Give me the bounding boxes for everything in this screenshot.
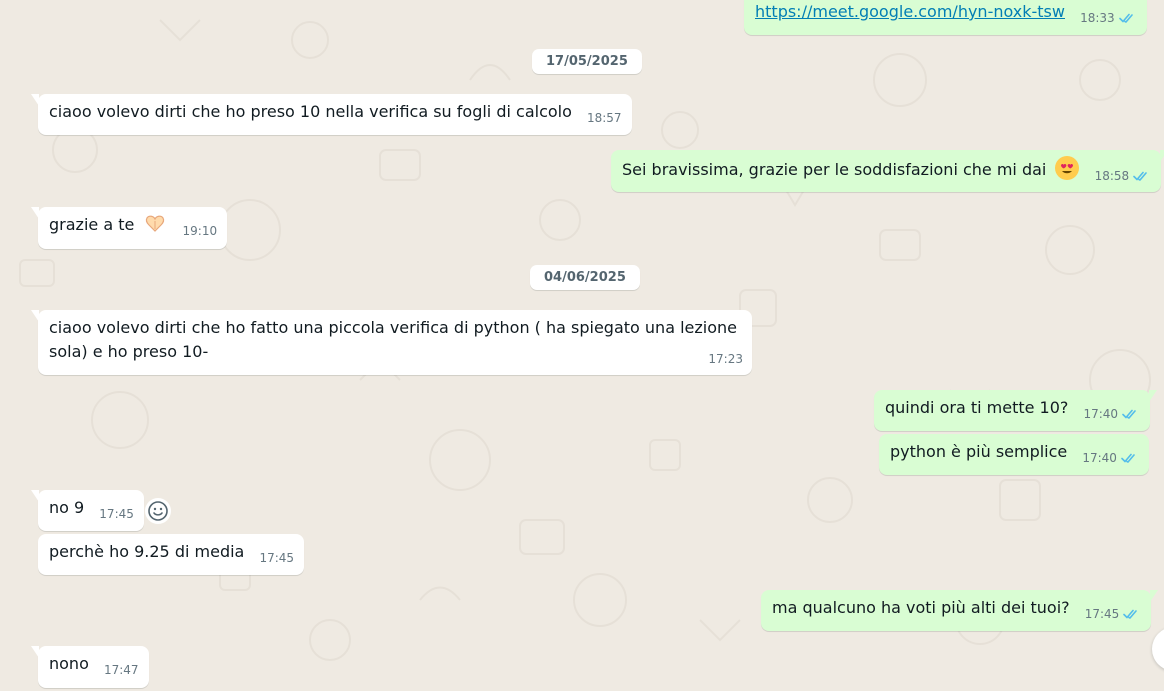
double-check-icon — [1122, 409, 1136, 419]
message-bubble-incoming[interactable]: ciaoo volevo dirti che ho fatto una picc… — [31, 310, 752, 375]
message-time: 17:47 — [103, 663, 139, 677]
message-bubble-incoming[interactable]: nono 17:47 — [31, 646, 149, 688]
date-divider: 04/06/2025 — [530, 265, 640, 290]
double-check-icon — [1118, 13, 1133, 23]
date-divider: 17/05/2025 — [532, 49, 642, 74]
message-text: grazie a te — [49, 215, 135, 234]
message-meta: 18:33 — [1080, 6, 1137, 30]
message-text: ciaoo volevo dirti che ho preso 10 nella… — [49, 102, 572, 121]
message-text: no 9 — [49, 498, 85, 517]
message-text: perchè ho 9.25 di media — [49, 542, 245, 561]
double-check-icon — [1123, 609, 1138, 619]
message-bubble-incoming[interactable]: ciaoo volevo dirti che ho preso 10 nella… — [31, 94, 632, 135]
message-time: 17:45 — [99, 507, 134, 521]
message-time: 19:10 — [182, 224, 218, 238]
chat-panel: https://meet.google.com/hyn-noxk-tsw 18:… — [0, 0, 1164, 691]
message-bubble-incoming[interactable]: grazie a te 19:10 — [30, 207, 228, 249]
message-time: 17:45 — [1084, 607, 1120, 621]
message-meta: 17:45 — [1085, 602, 1142, 626]
double-check-icon — [1133, 171, 1147, 181]
message-time: 18:33 — [1080, 11, 1115, 25]
date-label: 04/06/2025 — [544, 270, 626, 285]
message-meta: 17:40 — [1082, 446, 1139, 470]
smiley-react-icon[interactable] — [145, 498, 171, 524]
message-time: 18:57 — [586, 111, 622, 125]
message-time: 18:58 — [1094, 169, 1130, 183]
message-meta: 19:10 — [183, 219, 218, 243]
message-bubble-outgoing[interactable]: quindi ora ti mette 10? 17:40 — [874, 390, 1158, 431]
message-meta: 17:23 — [708, 347, 743, 371]
message-meta: 17:47 — [104, 658, 139, 682]
message-time: 17:23 — [708, 352, 743, 366]
message-meta: 17:40 — [1083, 402, 1140, 426]
message-meta: 18:58 — [1095, 164, 1152, 188]
message-text: Sei bravissima, grazie per le soddisfazi… — [622, 160, 1047, 179]
message-text-line: ciaoo volevo dirti che ho fatto una picc… — [49, 318, 737, 337]
message-bubble-incoming[interactable]: no 9 17:45 — [31, 490, 144, 531]
message-text-line: sola) e ho preso 10- — [49, 342, 209, 361]
message-bubble-outgoing[interactable]: https://meet.google.com/hyn-noxk-tsw 18:… — [744, 0, 1147, 35]
message-meta: 17:45 — [99, 502, 134, 526]
message-text: ciaoo volevo dirti che ho fatto una picc… — [49, 316, 742, 364]
message-text: ma qualcuno ha voti più alti dei tuoi? — [772, 598, 1070, 617]
message-meta: 17:45 — [259, 546, 294, 570]
message-text: nono — [49, 654, 89, 673]
heart-eyes-emoji — [1055, 156, 1080, 180]
message-time: 17:40 — [1082, 451, 1117, 465]
message-text: quindi ora ti mette 10? — [885, 398, 1069, 417]
double-check-icon — [1121, 453, 1135, 463]
message-link[interactable]: https://meet.google.com/hyn-noxk-tsw — [755, 2, 1065, 21]
message-text: python è più semplice — [890, 442, 1068, 461]
message-bubble-outgoing[interactable]: Sei bravissima, grazie per le soddisfazi… — [611, 150, 1164, 192]
date-label: 17/05/2025 — [546, 54, 628, 69]
message-time: 17:40 — [1083, 407, 1119, 421]
message-time: 17:45 — [259, 551, 295, 565]
scroll-to-bottom-button[interactable] — [1152, 627, 1164, 671]
message-meta: 18:57 — [587, 106, 622, 130]
message-bubble-outgoing[interactable]: ma qualcuno ha voti più alti dei tuoi? 1… — [761, 590, 1159, 631]
heart-hands-emoji — [146, 215, 165, 232]
message-bubble-outgoing[interactable]: python è più semplice 17:40 — [879, 434, 1149, 475]
message-bubble-incoming[interactable]: perchè ho 9.25 di media 17:45 — [38, 534, 305, 575]
